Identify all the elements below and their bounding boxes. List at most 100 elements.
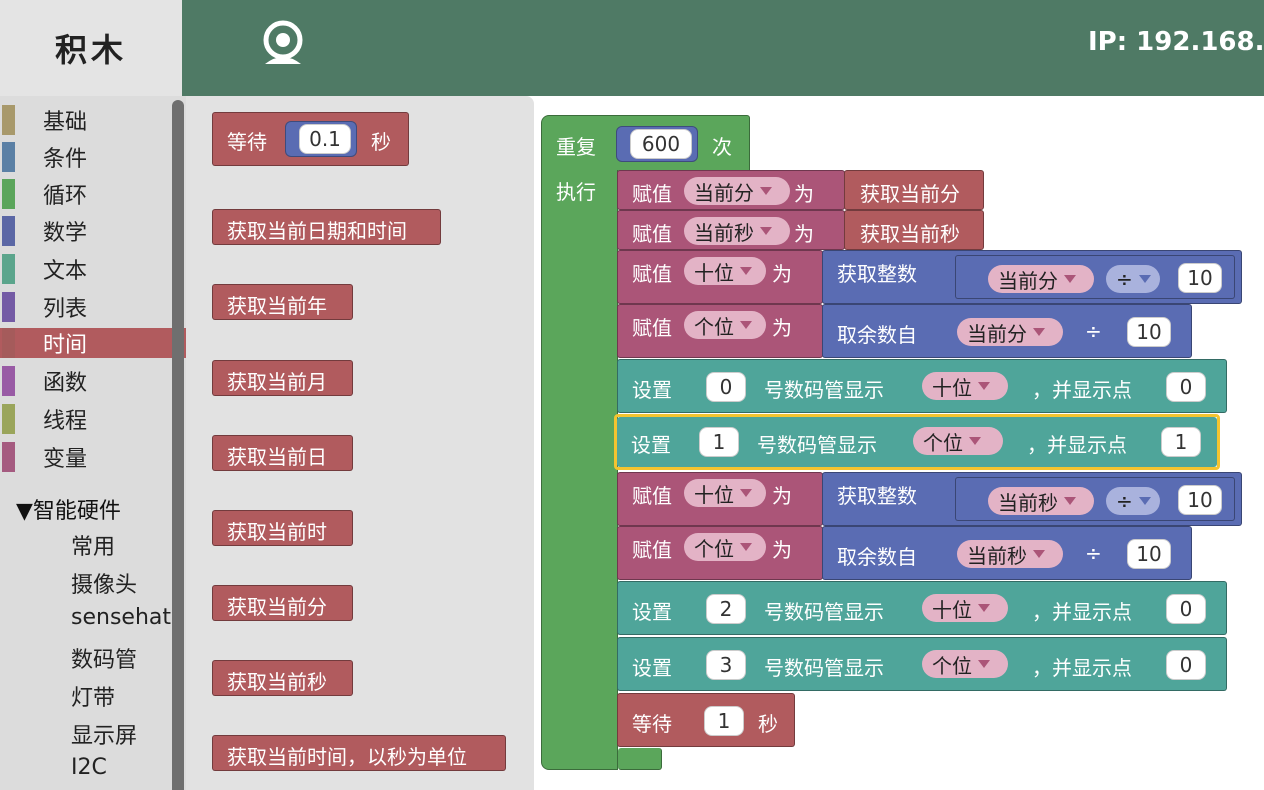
category-time[interactable]: 时间 xyxy=(0,328,186,358)
assign-block-sec[interactable]: 赋值 当前秒 为 xyxy=(617,210,845,250)
repeat-count-input[interactable]: 600 xyxy=(630,129,692,159)
mod-op: ÷ xyxy=(1085,319,1102,343)
var-dropdown[interactable]: 当前秒 xyxy=(684,217,790,245)
var-dropdown[interactable]: 当前秒 xyxy=(988,487,1094,515)
toolbox-scrollbar[interactable] xyxy=(172,100,184,790)
set-segment-block-2[interactable]: 设置 2 号数码管显示 十位 ，并显示点 0 xyxy=(617,581,1227,635)
wait-input[interactable]: 1 xyxy=(704,706,744,736)
subitem-segment[interactable]: 数码管 xyxy=(71,642,137,674)
subitem-common[interactable]: 常用 xyxy=(71,529,115,561)
op-dropdown[interactable]: ÷ xyxy=(1106,487,1160,515)
webcam-icon[interactable] xyxy=(258,20,308,68)
top-bar: IP: 192.168.0 xyxy=(182,0,1264,96)
int-block[interactable]: 获取整数 当前分 ÷ 10 xyxy=(822,250,1242,304)
assign-block-tens-2[interactable]: 赋值 十位 为 xyxy=(617,472,823,526)
category-threads[interactable]: 线程 xyxy=(0,404,186,434)
var-dropdown[interactable]: 当前秒 xyxy=(957,540,1063,568)
flyout-block-label: 获取当前秒 xyxy=(227,670,327,694)
category-variables[interactable]: 变量 xyxy=(0,442,186,472)
wait-block[interactable]: 等待 0.1 秒 xyxy=(212,112,409,166)
dot-input[interactable]: 0 xyxy=(1166,372,1206,402)
mod-op: ÷ xyxy=(1085,541,1102,565)
flyout-block-day[interactable]: 获取当前日 xyxy=(212,435,353,471)
subitem-ledstrip[interactable]: 灯带 xyxy=(71,680,115,712)
segment-index-input[interactable]: 2 xyxy=(706,594,746,624)
mod-block[interactable]: 取余数自 当前分 ÷ 10 xyxy=(822,304,1192,358)
get-minute-block[interactable]: 获取当前分 xyxy=(844,170,984,210)
dot-label: ，并显示点 xyxy=(1032,656,1132,680)
int-block-2[interactable]: 获取整数 当前秒 ÷ 10 xyxy=(822,472,1242,526)
assign-block-ones[interactable]: 赋值 个位 为 xyxy=(617,304,823,358)
category-text[interactable]: 文本 xyxy=(0,254,186,284)
var-dropdown[interactable]: 个位 xyxy=(922,650,1008,678)
category-math[interactable]: 数学 xyxy=(0,216,186,246)
category-label: 变量 xyxy=(43,447,88,472)
flyout-block-month[interactable]: 获取当前月 xyxy=(212,360,353,396)
wait-block-workspace[interactable]: 等待 1 秒 xyxy=(617,693,795,747)
category-basic[interactable]: 基础 xyxy=(0,105,186,135)
assign-label: 赋值 xyxy=(632,222,672,246)
var-dropdown[interactable]: 个位 xyxy=(684,311,766,339)
mod-block-2[interactable]: 取余数自 当前秒 ÷ 10 xyxy=(822,526,1192,580)
assign-block-tens[interactable]: 赋值 十位 为 xyxy=(617,250,823,304)
dot-input[interactable]: 0 xyxy=(1166,650,1206,680)
modulus-input[interactable]: 10 xyxy=(1127,539,1171,569)
group-smart-hardware[interactable]: ▼智能硬件 xyxy=(16,493,121,525)
modulus-input[interactable]: 10 xyxy=(1127,317,1171,347)
category-functions[interactable]: 函数 xyxy=(0,366,186,396)
wait-input[interactable]: 0.1 xyxy=(299,124,351,154)
category-loops[interactable]: 循环 xyxy=(0,179,186,209)
divisor-input[interactable]: 10 xyxy=(1178,485,1222,515)
divisor-input[interactable]: 10 xyxy=(1178,263,1222,293)
get-second-block[interactable]: 获取当前秒 xyxy=(844,210,984,250)
set-segment-block[interactable]: 设置 0 号数码管显示 十位 ，并显示点 0 xyxy=(617,359,1227,413)
divide-block[interactable]: 当前分 ÷ 10 xyxy=(955,255,1235,299)
category-color xyxy=(2,328,15,358)
var-dropdown[interactable]: 十位 xyxy=(684,479,766,507)
dot-label: ，并显示点 xyxy=(1032,378,1132,402)
divide-block[interactable]: 当前秒 ÷ 10 xyxy=(955,477,1235,521)
dot-label: ，并显示点 xyxy=(1027,433,1127,457)
segment-index-input[interactable]: 3 xyxy=(706,650,746,680)
dot-input[interactable]: 0 xyxy=(1166,594,1206,624)
subitem-display[interactable]: 显示屏 xyxy=(71,718,137,750)
subitem-i2c[interactable]: I2C xyxy=(71,755,107,780)
subitem-sensehat[interactable]: sensehat xyxy=(71,605,171,630)
set-segment-block-selected[interactable]: 设置 1 号数码管显示 个位 ，并显示点 1 xyxy=(617,417,1217,467)
var-dropdown[interactable]: 个位 xyxy=(684,533,766,561)
var-dropdown[interactable]: 当前分 xyxy=(988,265,1094,293)
var-dropdown[interactable]: 十位 xyxy=(684,257,766,285)
category-lists[interactable]: 列表 xyxy=(0,292,186,322)
flyout-block-hour[interactable]: 获取当前时 xyxy=(212,510,353,546)
assign-label: 赋值 xyxy=(632,316,672,340)
set-label: 设置 xyxy=(632,656,672,680)
category-color xyxy=(2,254,15,284)
segment-index-input[interactable]: 0 xyxy=(706,372,746,402)
get-second-label: 获取当前秒 xyxy=(860,222,960,246)
set-segment-block-3[interactable]: 设置 3 号数码管显示 个位 ，并显示点 0 xyxy=(617,637,1227,691)
seg-label: 号数码管显示 xyxy=(764,656,884,680)
var-dropdown[interactable]: 十位 xyxy=(922,594,1008,622)
var-dropdown[interactable]: 十位 xyxy=(922,372,1008,400)
flyout-block-minute[interactable]: 获取当前分 xyxy=(212,585,353,621)
var-dropdown[interactable]: 当前分 xyxy=(684,177,790,205)
assign-block-ones-2[interactable]: 赋值 个位 为 xyxy=(617,526,823,580)
blocks-tab[interactable]: 积木 xyxy=(0,0,182,96)
category-logic[interactable]: 条件 xyxy=(0,142,186,172)
flyout-block-epoch[interactable]: 获取当前时间，以秒为单位 xyxy=(212,735,506,771)
segment-index-input[interactable]: 1 xyxy=(699,427,739,457)
var-dropdown[interactable]: 个位 xyxy=(913,427,1003,455)
flyout-block-second[interactable]: 获取当前秒 xyxy=(212,660,353,696)
assign-label: 赋值 xyxy=(632,262,672,286)
var-dropdown[interactable]: 当前分 xyxy=(957,318,1063,346)
category-label: 函数 xyxy=(43,371,88,396)
wait-unit: 秒 xyxy=(758,712,778,736)
repeat-block[interactable]: 重复 600 次 xyxy=(541,115,750,171)
flyout-block-year[interactable]: 获取当前年 xyxy=(212,284,353,320)
subitem-camera[interactable]: 摄像头 xyxy=(71,567,137,599)
op-dropdown[interactable]: ÷ xyxy=(1106,265,1160,293)
flyout-block-datetime[interactable]: 获取当前日期和时间 xyxy=(212,209,441,245)
int-label: 获取整数 xyxy=(837,262,917,286)
dot-input[interactable]: 1 xyxy=(1161,427,1201,457)
assign-block-min[interactable]: 赋值 当前分 为 xyxy=(617,170,845,210)
